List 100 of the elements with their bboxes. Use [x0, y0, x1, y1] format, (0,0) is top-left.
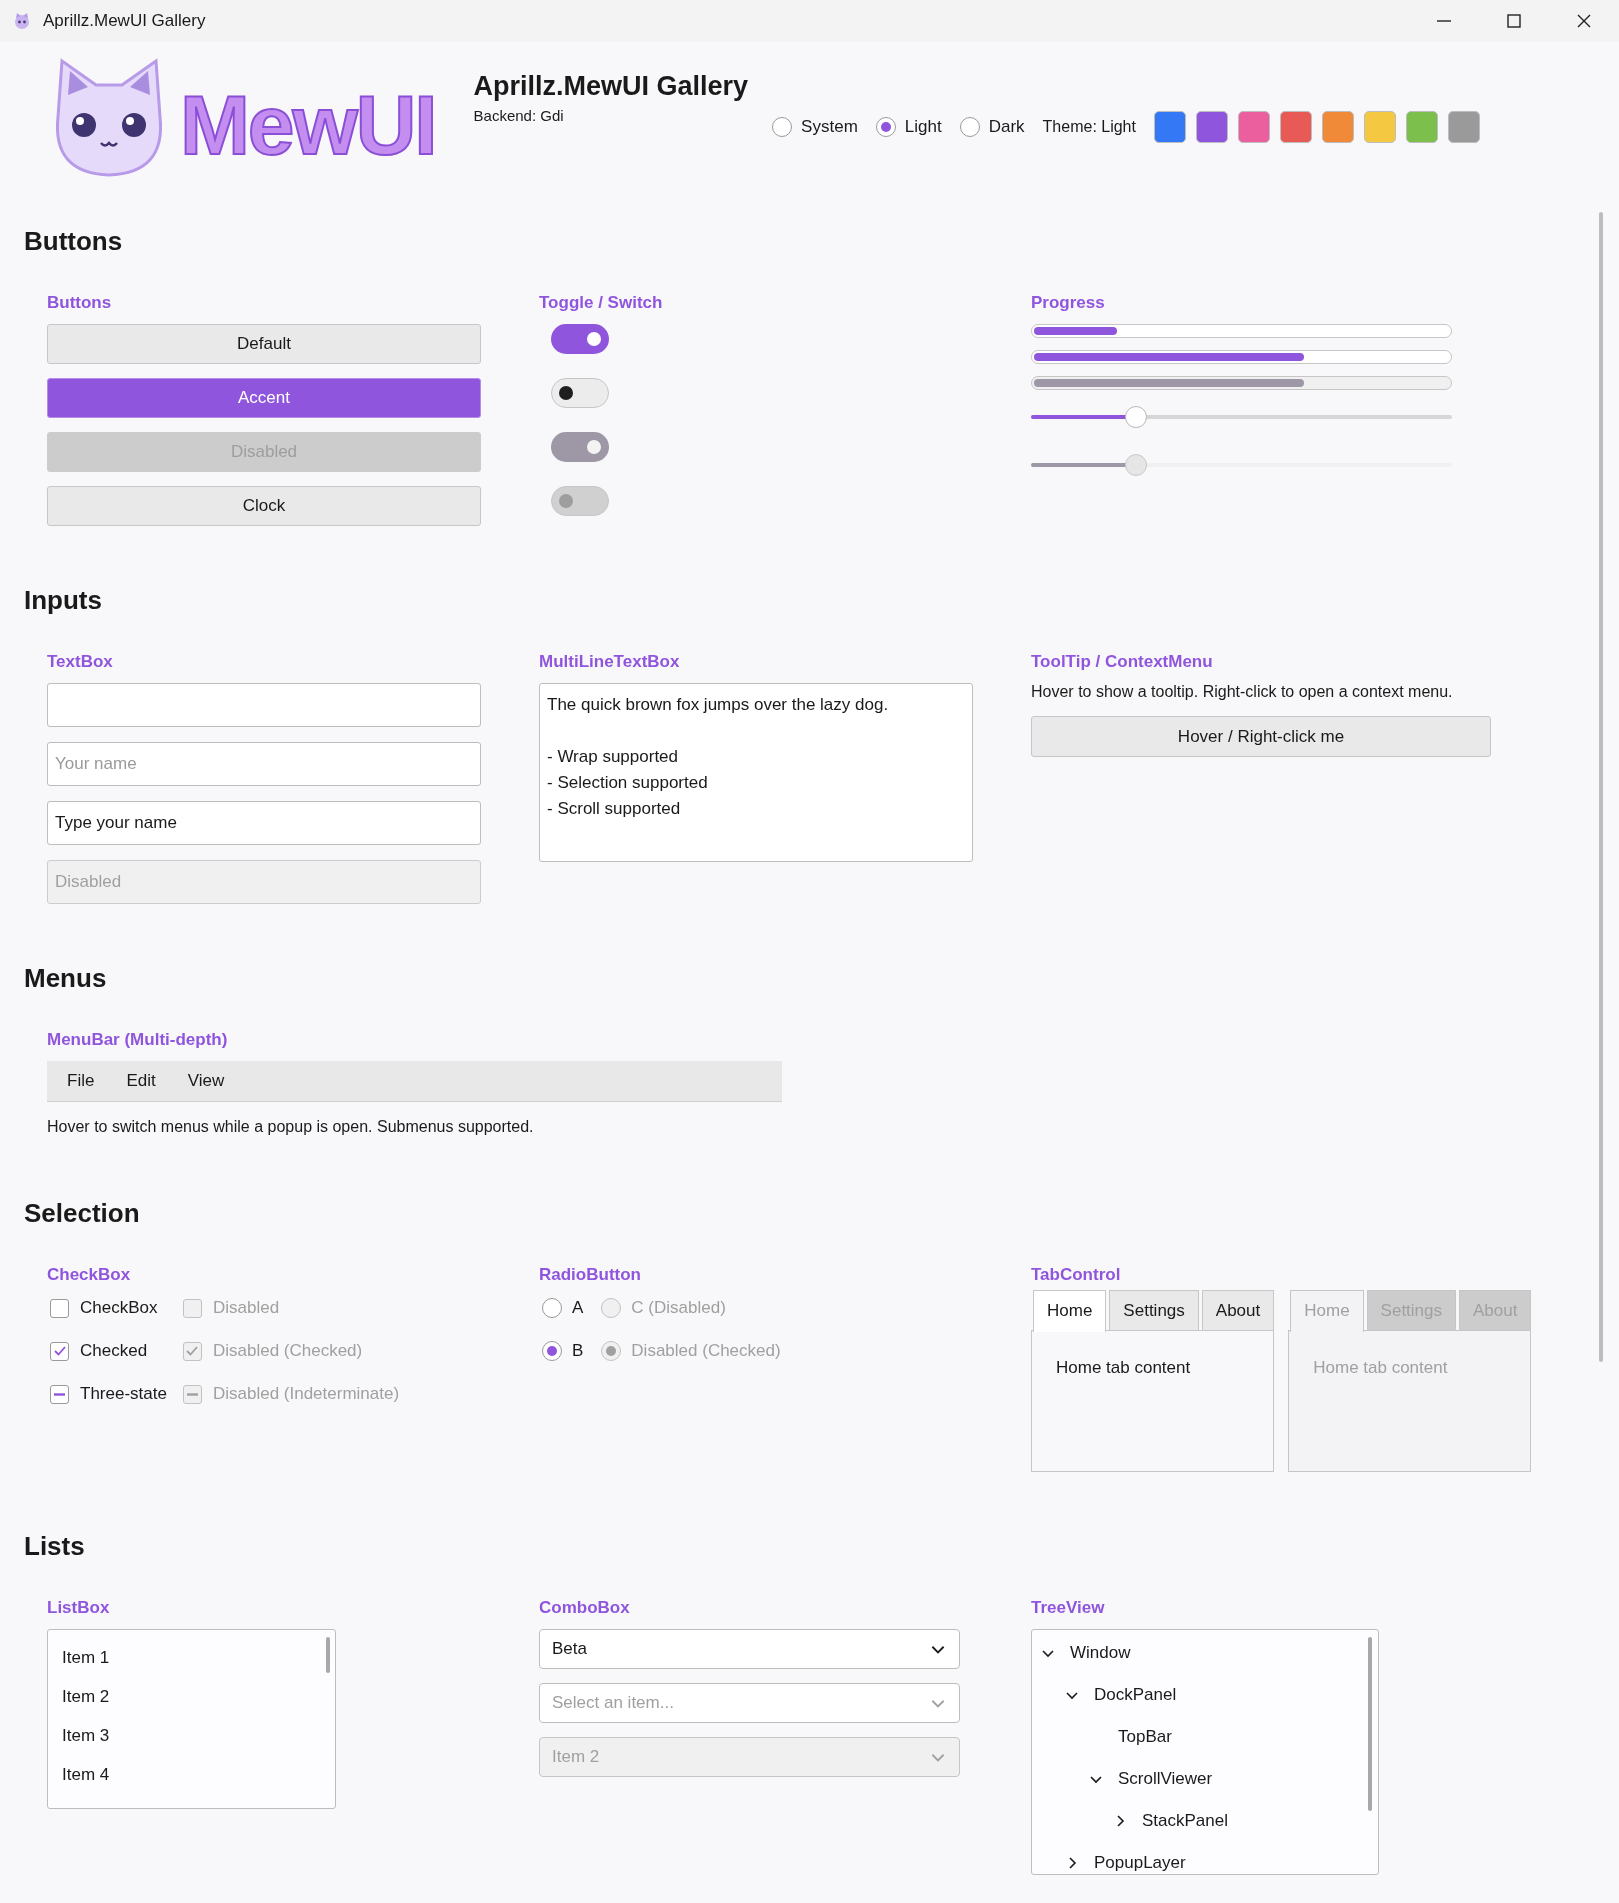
- checkbox-label: Disabled (Checked): [212, 1340, 363, 1363]
- radio-label: System: [801, 116, 858, 139]
- section-title: Lists: [23, 1530, 86, 1562]
- check-icon: [186, 1346, 199, 1356]
- checkbox-label: Disabled: [212, 1297, 280, 1320]
- check-icon: [53, 1346, 66, 1356]
- group-title: MultiLineTextBox: [539, 651, 681, 671]
- slider[interactable]: [1031, 406, 1452, 428]
- list-item[interactable]: Item 3: [48, 1716, 335, 1755]
- radio-button[interactable]: [959, 117, 980, 137]
- color-swatch[interactable]: [1321, 111, 1354, 143]
- text-field[interactable]: [47, 683, 481, 727]
- combo-value: Beta: [552, 1638, 587, 1661]
- group-title: Progress: [1031, 292, 1106, 312]
- toggle-switch[interactable]: [551, 324, 609, 354]
- color-swatch[interactable]: [1237, 111, 1270, 143]
- group-title: CheckBox: [47, 1264, 132, 1284]
- radio-label: C (Disabled): [631, 1297, 726, 1320]
- window-title: Aprillz.MewUI Gallery: [43, 10, 206, 33]
- checkbox[interactable]: [50, 1341, 69, 1361]
- radio-label: Dark: [988, 116, 1025, 139]
- combo-box[interactable]: Beta: [539, 1629, 960, 1669]
- radio-button[interactable]: [875, 117, 896, 137]
- radio-button[interactable]: [542, 1341, 562, 1361]
- section-title: Selection: [23, 1197, 141, 1229]
- scrollbar-thumb[interactable]: [1368, 1637, 1372, 1811]
- checkbox-label: Checked: [80, 1340, 148, 1363]
- radio-label: B: [572, 1340, 584, 1363]
- minimize-icon: [1437, 20, 1451, 22]
- tab[interactable]: Home: [1033, 1289, 1107, 1332]
- dash-icon: [186, 1392, 198, 1396]
- color-swatch[interactable]: [1153, 111, 1186, 143]
- button[interactable]: Default: [47, 324, 481, 364]
- group-title: TextBox: [47, 651, 114, 671]
- tree-item[interactable]: StackPanel: [1142, 1808, 1228, 1834]
- radio-label: Disabled (Checked): [631, 1340, 781, 1363]
- tab[interactable]: Settings: [1109, 1290, 1199, 1330]
- app-title: Aprillz.MewUI Gallery: [473, 70, 749, 103]
- checkbox-label: CheckBox: [80, 1297, 158, 1320]
- group-title: ComboBox: [539, 1597, 631, 1617]
- app-icon: [13, 12, 31, 30]
- checkbox-label: Disabled (Indeterminate): [212, 1383, 400, 1406]
- section-title: Inputs: [23, 584, 103, 616]
- slider[interactable]: [1031, 454, 1452, 476]
- radio-label: Light: [904, 116, 942, 139]
- button[interactable]: Accent: [47, 378, 481, 418]
- radio-label: A: [572, 1297, 584, 1320]
- radio-button[interactable]: [772, 117, 793, 137]
- logo-text: MewUI: [180, 83, 436, 167]
- text-field[interactable]: Type your name: [47, 801, 481, 845]
- tree-item[interactable]: TopBar: [1118, 1724, 1172, 1750]
- section-title: Menus: [23, 962, 108, 994]
- combo-placeholder: Select an item...: [552, 1692, 674, 1715]
- section-title: Buttons: [23, 225, 124, 257]
- tree-item[interactable]: ScrollViewer: [1118, 1766, 1213, 1792]
- menu-item[interactable]: File: [56, 1062, 106, 1100]
- list-item[interactable]: Item 1: [48, 1638, 335, 1677]
- dash-icon: [54, 1392, 65, 1396]
- color-swatch[interactable]: [1195, 111, 1228, 143]
- group-title: Toggle / Switch: [539, 292, 664, 312]
- list-item[interactable]: Item 2: [48, 1677, 335, 1716]
- group-title: TreeView: [1031, 1597, 1106, 1617]
- checkbox[interactable]: [50, 1298, 69, 1318]
- color-swatch[interactable]: [1363, 111, 1396, 143]
- tab-content-text: Home tab content: [1056, 1358, 1191, 1377]
- maximize-icon: [1506, 13, 1522, 29]
- group-title: ListBox: [47, 1597, 111, 1617]
- description-text: Hover to switch menus while a popup is open. Submenus supported.: [47, 1117, 535, 1137]
- tree-item[interactable]: PopupLayer: [1094, 1850, 1186, 1876]
- scrollbar-thumb[interactable]: [326, 1637, 330, 1673]
- group-title: TabControl: [1031, 1264, 1122, 1284]
- slider-thumb[interactable]: [1125, 406, 1148, 428]
- text-field[interactable]: Your name: [47, 742, 481, 786]
- color-swatch[interactable]: [1279, 111, 1312, 143]
- checkbox[interactable]: [50, 1384, 69, 1404]
- menu-item[interactable]: View: [176, 1062, 236, 1100]
- tree-item[interactable]: Window: [1070, 1640, 1131, 1666]
- color-swatch[interactable]: [1447, 111, 1480, 143]
- backend-label: Backend: Gdi: [473, 106, 565, 126]
- color-swatch[interactable]: [1405, 111, 1438, 143]
- scrollbar-thumb[interactable]: [1599, 212, 1603, 1362]
- list-item[interactable]: Item 4: [48, 1755, 335, 1794]
- group-title: ToolTip / ContextMenu: [1031, 651, 1214, 671]
- checkbox-label: Three-state: [80, 1383, 167, 1406]
- tree-item[interactable]: DockPanel: [1094, 1682, 1177, 1708]
- combo-value: Item 2: [552, 1746, 600, 1769]
- button[interactable]: Clock: [47, 486, 481, 526]
- theme-label: Theme: Light: [1042, 117, 1136, 137]
- toggle-switch[interactable]: [551, 378, 609, 408]
- group-title: MenuBar (Multi-depth): [47, 1029, 229, 1049]
- tab-content-text: Home tab content: [1313, 1358, 1448, 1377]
- multiline-text-field[interactable]: The quick brown fox jumps over the lazy dog. - Wrap supported - Selection supported - Scroll supported: [539, 683, 973, 862]
- button[interactable]: Hover / Right-click me: [1031, 716, 1491, 757]
- tab[interactable]: About: [1201, 1290, 1275, 1330]
- close-icon: [1576, 13, 1592, 29]
- group-title: Buttons: [47, 292, 113, 312]
- menu-item[interactable]: Edit: [115, 1062, 167, 1100]
- description-text: Hover to show a tooltip. Right-click to open a context menu.: [1031, 682, 1454, 702]
- radio-button[interactable]: [542, 1298, 562, 1318]
- group-title: RadioButton: [539, 1264, 642, 1284]
